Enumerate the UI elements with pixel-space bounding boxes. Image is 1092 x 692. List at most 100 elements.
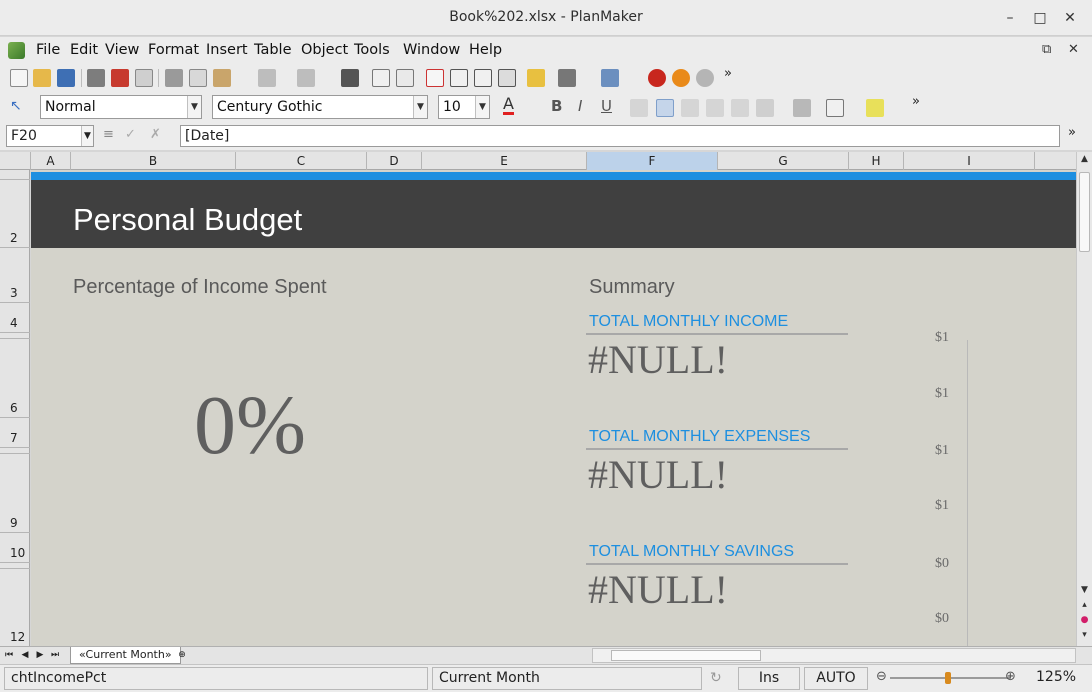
formula-expand-icon[interactable]: » <box>1068 125 1076 140</box>
row-header-7[interactable]: 7 <box>0 418 30 448</box>
close-icon[interactable]: ✕ <box>1060 8 1080 28</box>
style-select[interactable]: Normal ▼ <box>40 95 202 119</box>
underline-icon[interactable]: U <box>601 97 612 115</box>
find-icon[interactable] <box>341 69 359 87</box>
align-center-icon[interactable] <box>681 99 699 117</box>
formula-input[interactable]: [Date] <box>180 125 1060 147</box>
justify-icon[interactable] <box>731 99 749 117</box>
row-header-9[interactable]: 9 <box>0 454 30 533</box>
menu-object[interactable]: Object <box>301 42 348 58</box>
column-header-e[interactable]: E <box>422 152 587 170</box>
status-calc-mode[interactable]: AUTO <box>804 667 868 690</box>
copy-icon[interactable] <box>189 69 207 87</box>
presentation-icon[interactable] <box>696 69 714 87</box>
maximize-icon[interactable]: □ <box>1030 8 1050 28</box>
column-header-g[interactable]: G <box>718 152 849 170</box>
print-icon[interactable] <box>87 69 105 87</box>
tmaker-icon[interactable] <box>648 69 666 87</box>
name-box[interactable]: F20 ▼ <box>6 125 94 147</box>
font-color-icon[interactable]: A <box>503 96 514 115</box>
menu-edit[interactable]: Edit <box>70 42 98 58</box>
chart-icon[interactable] <box>558 69 576 87</box>
grid-1-1-icon[interactable] <box>372 69 390 87</box>
menu-view[interactable]: View <box>105 42 139 58</box>
chevron-down-icon[interactable]: ▼ <box>81 126 93 146</box>
toolbar-overflow-icon[interactable]: » <box>912 94 920 109</box>
row-header-6[interactable]: 6 <box>0 339 30 418</box>
zoom-level[interactable]: 125% <box>1036 669 1076 685</box>
font-size-select[interactable]: 10 ▼ <box>438 95 490 119</box>
column-header-a[interactable]: A <box>31 152 71 170</box>
italic-icon[interactable]: I <box>578 97 582 115</box>
row-header-1[interactable] <box>0 170 30 180</box>
text-frame-icon[interactable] <box>426 69 444 87</box>
zoom-in-icon[interactable]: ⊕ <box>1005 669 1016 684</box>
zoom-slider-handle[interactable] <box>945 672 951 684</box>
undo-icon[interactable] <box>258 69 276 87</box>
merge-cells-icon[interactable] <box>793 99 811 117</box>
last-sheet-icon[interactable]: ⏭ <box>48 648 62 663</box>
format-painter-icon[interactable] <box>527 69 545 87</box>
cut-icon[interactable] <box>165 69 183 87</box>
browse-object-icon[interactable]: ● <box>1077 613 1092 628</box>
menu-table[interactable]: Table <box>254 42 292 58</box>
minimize-icon[interactable]: – <box>1000 8 1020 28</box>
row-header-3[interactable]: 3 <box>0 248 30 303</box>
smartsync-icon[interactable] <box>672 69 690 87</box>
savings-value[interactable]: #NULL! <box>588 566 728 613</box>
select-all-corner[interactable] <box>0 152 31 170</box>
menu-tools[interactable]: Tools <box>354 42 390 58</box>
toolbar-overflow-icon[interactable]: » <box>724 66 732 81</box>
previous-sheet-icon[interactable]: ◀ <box>18 648 32 663</box>
print-preview-icon[interactable] <box>135 69 153 87</box>
column-header-i[interactable]: I <box>904 152 1035 170</box>
borders-icon[interactable] <box>826 99 844 117</box>
column-header-f[interactable]: F <box>587 152 718 170</box>
chevron-down-icon[interactable]: ▼ <box>475 96 489 118</box>
row-header-12[interactable]: 12 <box>0 569 30 646</box>
row-header-4[interactable]: 4 <box>0 303 30 333</box>
menu-format[interactable]: Format <box>148 42 199 58</box>
scroll-down-icon[interactable]: ▼ <box>1077 583 1092 598</box>
scroll-up-icon[interactable]: ▲ <box>1077 152 1092 167</box>
scroll-thumb[interactable] <box>611 650 761 661</box>
fill-color-icon[interactable] <box>866 99 884 117</box>
align-right-icon[interactable] <box>706 99 724 117</box>
column-header-d[interactable]: D <box>367 152 422 170</box>
paste-icon[interactable] <box>213 69 231 87</box>
number-format-icon[interactable] <box>756 99 774 117</box>
row-header-2[interactable]: 2 <box>0 180 30 248</box>
add-sheet-icon[interactable]: ⊕ <box>172 648 192 663</box>
row-header-10[interactable]: 10 <box>0 533 30 563</box>
status-insert-mode[interactable]: Ins <box>738 667 800 690</box>
next-page-icon[interactable]: ▾ <box>1077 628 1092 643</box>
expenses-value[interactable]: #NULL! <box>588 451 728 498</box>
frame-icon[interactable] <box>450 69 468 87</box>
income-spent-value[interactable]: 0% <box>194 377 306 474</box>
table-grid-icon[interactable] <box>474 69 492 87</box>
cancel-formula-icon[interactable]: ✗ <box>150 127 161 142</box>
column-header-b[interactable]: B <box>71 152 236 170</box>
align-left-icon[interactable] <box>656 99 674 117</box>
pointer-icon[interactable]: ↖ <box>10 98 22 114</box>
shading-icon[interactable] <box>498 69 516 87</box>
horizontal-scrollbar[interactable] <box>592 648 1076 663</box>
scroll-thumb[interactable] <box>1079 172 1090 252</box>
font-select[interactable]: Century Gothic ▼ <box>212 95 428 119</box>
column-header-c[interactable]: C <box>236 152 367 170</box>
vertical-scrollbar[interactable]: ▲ ▼ ▴ ● ▾ <box>1076 152 1092 646</box>
worksheet-grid[interactable]: Personal Budget Percentage of Income Spe… <box>31 170 1076 646</box>
income-value[interactable]: #NULL! <box>588 336 728 383</box>
new-document-icon[interactable] <box>10 69 28 87</box>
zoom-icon[interactable] <box>396 69 414 87</box>
chevron-down-icon[interactable]: ▼ <box>187 96 201 118</box>
superscript-icon[interactable] <box>630 99 648 117</box>
menu-file[interactable]: File <box>36 42 60 58</box>
function-list-icon[interactable]: ≡ <box>103 127 114 142</box>
zoom-out-icon[interactable]: ⊖ <box>876 669 887 684</box>
save-icon[interactable] <box>57 69 75 87</box>
first-sheet-icon[interactable]: ⏮ <box>2 648 16 663</box>
chevron-down-icon[interactable]: ▼ <box>413 96 427 118</box>
bold-icon[interactable]: B <box>551 97 562 115</box>
previous-page-icon[interactable]: ▴ <box>1077 598 1092 613</box>
